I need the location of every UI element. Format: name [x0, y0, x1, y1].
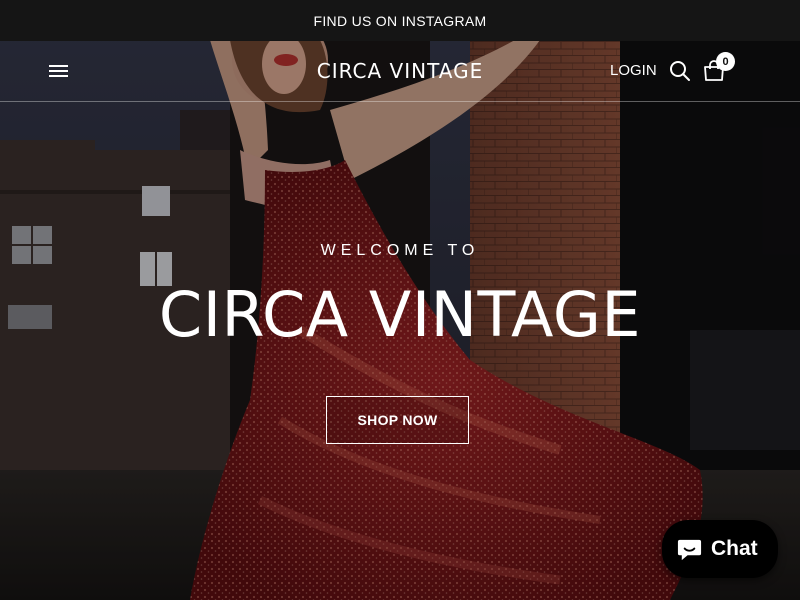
- login-link[interactable]: LOGIN: [610, 62, 657, 79]
- chat-label: Chat: [711, 537, 758, 560]
- search-icon[interactable]: [669, 60, 691, 82]
- cart-count-badge: 0: [716, 52, 735, 71]
- site-header: CIRCA VINTAGE LOGIN 0: [0, 41, 800, 102]
- announcement-bar: FIND US ON INSTAGRAM: [0, 0, 800, 41]
- logo-link[interactable]: CIRCA VINTAGE: [317, 59, 483, 83]
- chat-bubble-icon: [677, 539, 702, 560]
- shop-now-button[interactable]: SHOP NOW: [326, 396, 469, 444]
- announcement-link[interactable]: FIND US ON INSTAGRAM: [314, 13, 487, 29]
- hero-title: CIRCA VINTAGE: [158, 278, 642, 351]
- hero-kicker: WELCOME TO: [320, 242, 480, 259]
- chat-button[interactable]: Chat: [662, 520, 778, 578]
